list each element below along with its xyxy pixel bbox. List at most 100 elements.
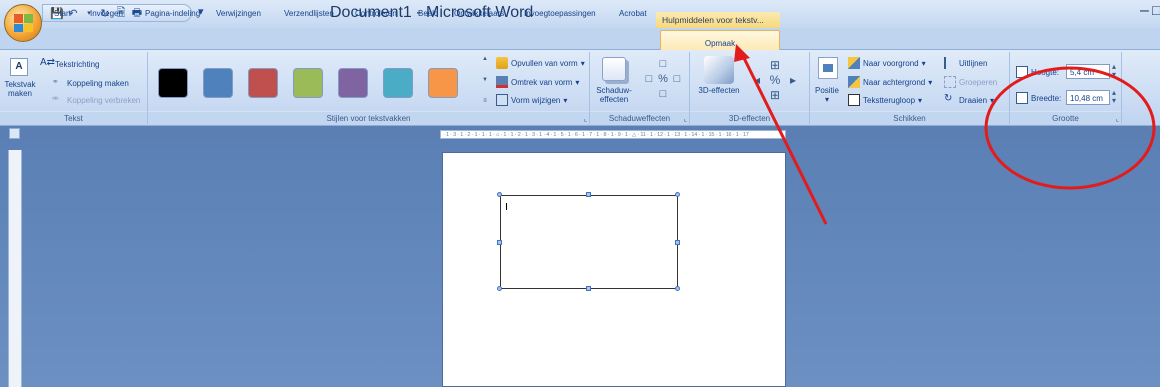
resize-handle[interactable] xyxy=(497,240,502,245)
tab-start[interactable]: Start xyxy=(54,9,71,18)
fill-bucket-icon xyxy=(496,57,508,69)
hoogte-spinner-icon[interactable]: ▴ ▾ xyxy=(1112,63,1116,79)
scroll-down-icon[interactable]: ▼ xyxy=(480,77,490,83)
gallery-scroll[interactable]: ▲ ▼ ≡ xyxy=(480,56,490,104)
office-button[interactable] xyxy=(4,4,42,42)
shadow-nudge-controls: □ □% □ □ xyxy=(642,58,684,104)
tilt-left-icon[interactable]: ◂ xyxy=(748,73,766,88)
koppeling-maken-button[interactable]: ⚭ Koppeling maken xyxy=(52,77,129,89)
opvullen-button[interactable]: Opvullen van vorm ▾ xyxy=(496,57,585,69)
uitlijnen-button[interactable]: Uitlijnen xyxy=(944,57,987,69)
shadow-toggle-icon[interactable]: % xyxy=(656,73,670,88)
office-logo-icon xyxy=(14,14,33,32)
tab-selector-icon[interactable] xyxy=(9,128,20,139)
group-label: Schikken xyxy=(810,111,1009,124)
style-swatch[interactable] xyxy=(338,68,368,98)
tekstterugloop-button[interactable]: Tekstterugloop ▾ xyxy=(848,94,922,106)
text-wrap-icon xyxy=(848,94,860,106)
tilt-down-icon[interactable]: ⊞ xyxy=(766,88,784,103)
send-backward-icon xyxy=(848,76,860,88)
hoogte-label: Hoogte: xyxy=(1016,66,1059,78)
style-swatch[interactable] xyxy=(203,68,233,98)
text-box[interactable] xyxy=(500,195,678,289)
textbox-icon[interactable]: A xyxy=(10,58,28,76)
3d-effecten-button[interactable]: 3D-effecten xyxy=(696,86,742,95)
positie-button[interactable]: Positie ▾ xyxy=(812,86,842,104)
rotate-icon: ↻ xyxy=(944,93,953,104)
dialog-launcher-icon[interactable]: ⌞ xyxy=(1116,115,1119,123)
schaduweffecten-button[interactable]: Schaduw-effecten xyxy=(594,86,634,104)
ribbon-tabs xyxy=(0,28,1160,50)
groeperen-button[interactable]: Groeperen xyxy=(944,76,997,88)
tab-invoegtoepassingen[interactable]: Invoegtoepassingen xyxy=(524,9,596,18)
tab-pagina-indeling[interactable]: Pagina-indeling xyxy=(145,9,200,18)
quick-print-icon[interactable]: 🖶 xyxy=(131,7,143,19)
style-swatch[interactable] xyxy=(248,68,278,98)
dialog-launcher-icon[interactable]: ⌞ xyxy=(684,115,687,123)
hoogte-input[interactable]: 5,4 cm xyxy=(1066,64,1110,79)
group-label: 3D-effecten xyxy=(690,111,809,124)
width-icon xyxy=(1016,92,1028,104)
resize-handle[interactable] xyxy=(497,286,502,291)
tab-acrobat[interactable]: Acrobat xyxy=(619,9,647,18)
resize-handle[interactable] xyxy=(675,192,680,197)
group-label: Stijlen voor tekstvakken xyxy=(148,111,589,124)
group-label: Grootte xyxy=(1010,111,1121,124)
3d-tilt-controls: ⊞ ◂% ▸ ⊞ xyxy=(748,58,806,104)
height-icon xyxy=(1016,66,1028,78)
nudge-left-icon[interactable]: □ xyxy=(642,73,656,88)
tab-verzendlijsten[interactable]: Verzendlijsten xyxy=(284,9,334,18)
resize-handle[interactable] xyxy=(586,192,591,197)
align-icon xyxy=(944,57,956,69)
tab-beeld[interactable]: Beeld xyxy=(418,9,438,18)
position-icon[interactable] xyxy=(818,57,838,79)
resize-handle[interactable] xyxy=(586,286,591,291)
style-swatch[interactable] xyxy=(428,68,458,98)
tab-controleren[interactable]: Controleren xyxy=(355,9,397,18)
tekstrichting-button[interactable]: A⇄ Tekstrichting xyxy=(40,58,99,70)
link-icon: ⚭ xyxy=(52,77,59,86)
tab-ontwikkelaars[interactable]: Ontwikkelaars xyxy=(454,9,504,18)
scroll-up-icon[interactable]: ▲ xyxy=(480,56,490,62)
tab-opmaak[interactable]: Opmaak xyxy=(660,30,780,52)
nudge-down-icon[interactable]: □ xyxy=(656,88,670,103)
naar-achtergrond-button[interactable]: Naar achtergrond ▾ xyxy=(848,76,932,88)
outline-pen-icon xyxy=(496,76,508,88)
nudge-right-icon[interactable]: □ xyxy=(670,73,684,88)
group-label: Schaduweffecten xyxy=(590,111,689,124)
omtrek-button[interactable]: Omtrek van vorm ▾ xyxy=(496,76,579,88)
tab-invoegen[interactable]: Invoegen xyxy=(90,9,123,18)
resize-handle[interactable] xyxy=(675,240,680,245)
minimize-button[interactable]: – xyxy=(1140,2,1149,20)
nudge-up-icon[interactable]: □ xyxy=(656,58,670,73)
style-swatch[interactable] xyxy=(293,68,323,98)
gallery-more-icon[interactable]: ≡ xyxy=(480,98,490,104)
resize-handle[interactable] xyxy=(675,286,680,291)
style-swatch[interactable] xyxy=(383,68,413,98)
context-tool-title: Hulpmiddelen voor tekstv... xyxy=(656,12,780,29)
3d-toggle-icon[interactable]: % xyxy=(766,73,784,88)
breedte-label: Breedte: xyxy=(1016,92,1061,104)
group-grootte: Grootte ⌞ xyxy=(1010,52,1122,124)
breedte-input[interactable]: 10,48 cm xyxy=(1066,90,1110,105)
bring-forward-icon xyxy=(848,57,860,69)
horizontal-ruler[interactable]: · 1 · 3 · 1 · 2 · 1 · 1 · 1 · ⌂ · 1 · 1 … xyxy=(440,130,786,139)
breedte-spinner-icon[interactable]: ▴ ▾ xyxy=(1112,89,1116,105)
naar-voorgrond-button[interactable]: Naar voorgrond ▾ xyxy=(848,57,926,69)
maximize-button[interactable]: □ xyxy=(1152,2,1160,18)
style-swatch[interactable] xyxy=(158,68,188,98)
tilt-up-icon[interactable]: ⊞ xyxy=(766,58,784,73)
resize-handle[interactable] xyxy=(497,192,502,197)
dialog-launcher-icon[interactable]: ⌞ xyxy=(584,115,587,123)
draaien-button[interactable]: ↻ Draaien ▾ xyxy=(944,94,994,106)
tab-verwijzingen[interactable]: Verwijzingen xyxy=(216,9,261,18)
group-label: Tekst xyxy=(0,111,147,124)
tilt-right-icon[interactable]: ▸ xyxy=(784,73,802,88)
tekstvak-maken-button[interactable]: Tekstvak maken xyxy=(2,80,38,98)
koppeling-verbreken-button[interactable]: ⚮ Koppeling verbreken xyxy=(52,94,140,106)
shadow-effects-icon[interactable] xyxy=(602,57,626,81)
vorm-wijzigen-button[interactable]: Vorm wijzigen ▾ xyxy=(496,94,567,106)
vertical-ruler[interactable] xyxy=(8,150,22,387)
3d-effects-icon[interactable] xyxy=(704,56,734,84)
text-cursor xyxy=(506,203,507,210)
